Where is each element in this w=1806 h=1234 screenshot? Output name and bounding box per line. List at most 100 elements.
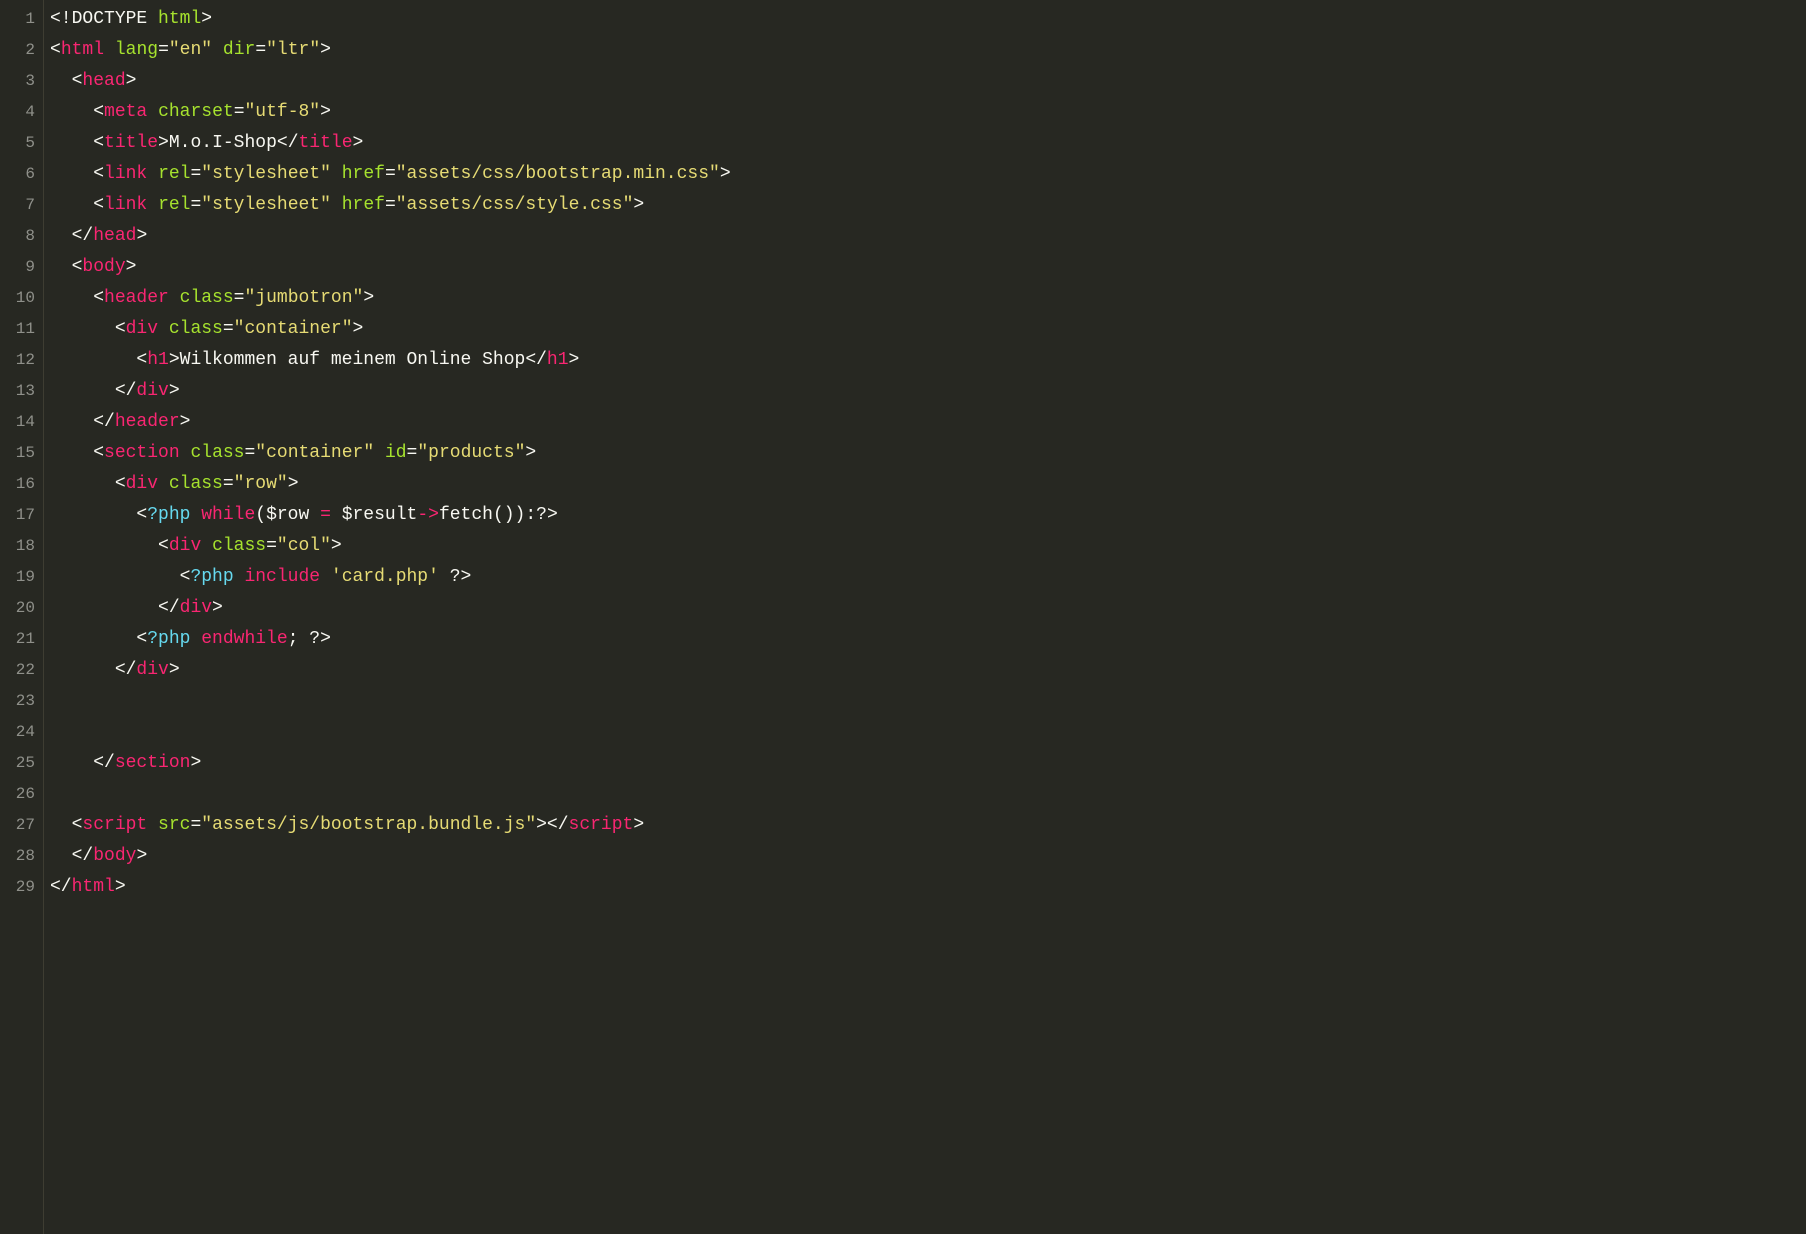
code-token: $result (331, 505, 417, 525)
code-token: > (633, 195, 644, 215)
code-line[interactable]: <!DOCTYPE html> (50, 4, 1806, 35)
code-token: > (720, 164, 731, 184)
code-line[interactable] (50, 779, 1806, 810)
code-token: title (299, 133, 353, 153)
code-token: < (93, 164, 104, 184)
code-token: </ (115, 660, 137, 680)
code-token (147, 102, 158, 122)
code-token: "container" (255, 443, 374, 463)
code-token: html (158, 9, 201, 29)
code-token: dir (223, 40, 255, 60)
code-line[interactable]: <header class="jumbotron"> (50, 283, 1806, 314)
code-token: "row" (234, 474, 288, 494)
line-number: 13 (0, 376, 35, 407)
code-line[interactable]: <title>M.o.I-Shop</title> (50, 128, 1806, 159)
code-token: = (190, 164, 201, 184)
code-token: = (190, 195, 201, 215)
code-token: $row (266, 505, 320, 525)
code-line[interactable]: <?php endwhile; ?> (50, 624, 1806, 655)
code-line[interactable]: </html> (50, 872, 1806, 903)
code-line[interactable]: <meta charset="utf-8"> (50, 97, 1806, 128)
line-number: 4 (0, 97, 35, 128)
code-token: > (363, 288, 374, 308)
code-token: Wilkommen auf meinem Online Shop (180, 350, 526, 370)
code-token: </ (158, 598, 180, 618)
code-line[interactable]: <?php while($row = $result->fetch()):?> (50, 500, 1806, 531)
code-editor-area[interactable]: <!DOCTYPE html><html lang="en" dir="ltr"… (44, 0, 1806, 1234)
code-line[interactable]: <div class="col"> (50, 531, 1806, 562)
code-token: = (234, 102, 245, 122)
code-token: > (288, 474, 299, 494)
code-token: div (136, 660, 168, 680)
code-line[interactable]: <div class="container"> (50, 314, 1806, 345)
code-token: = (158, 40, 169, 60)
code-token: > (115, 877, 126, 897)
code-line[interactable]: </body> (50, 841, 1806, 872)
line-number: 3 (0, 66, 35, 97)
code-line[interactable]: <h1>Wilkommen auf meinem Online Shop</h1… (50, 345, 1806, 376)
code-token: fetch()): (439, 505, 536, 525)
code-token (331, 195, 342, 215)
code-line[interactable]: <link rel="stylesheet" href="assets/css/… (50, 159, 1806, 190)
code-token: ?php (147, 629, 201, 649)
code-token: > (169, 660, 180, 680)
code-token: section (104, 443, 180, 463)
code-line[interactable]: </div> (50, 593, 1806, 624)
code-token: < (93, 133, 104, 153)
code-token: DOCTYPE (72, 9, 148, 29)
code-token: script (569, 815, 634, 835)
code-line[interactable]: <?php include 'card.php' ?> (50, 562, 1806, 593)
code-token: href (342, 195, 385, 215)
code-token: div (180, 598, 212, 618)
code-line[interactable]: <html lang="en" dir="ltr"> (50, 35, 1806, 66)
code-token: script (82, 815, 147, 835)
line-number: 11 (0, 314, 35, 345)
code-line[interactable]: <section class="container" id="products"… (50, 438, 1806, 469)
code-token: < (93, 195, 104, 215)
code-token: h1 (147, 350, 169, 370)
line-number: 16 (0, 469, 35, 500)
code-line[interactable] (50, 686, 1806, 717)
line-number: 5 (0, 128, 35, 159)
code-line[interactable]: <body> (50, 252, 1806, 283)
code-token: = (190, 815, 201, 835)
line-number: 12 (0, 345, 35, 376)
code-token (147, 164, 158, 184)
code-line[interactable]: </div> (50, 376, 1806, 407)
code-token: link (104, 195, 147, 215)
code-line[interactable] (50, 717, 1806, 748)
code-token: ( (255, 505, 266, 525)
code-token: src (158, 815, 190, 835)
code-line[interactable]: </header> (50, 407, 1806, 438)
code-token: = (223, 319, 234, 339)
code-token: > (525, 443, 536, 463)
code-token: "stylesheet" (201, 195, 331, 215)
code-token: = (407, 443, 418, 463)
code-token (331, 164, 342, 184)
code-token: = (385, 195, 396, 215)
code-token: </ (50, 877, 72, 897)
code-line[interactable]: <link rel="stylesheet" href="assets/css/… (50, 190, 1806, 221)
code-token: href (342, 164, 385, 184)
code-line[interactable]: </section> (50, 748, 1806, 779)
code-token: ?php (190, 567, 244, 587)
code-token: class (212, 536, 266, 556)
code-token: "stylesheet" (201, 164, 331, 184)
code-token: > (212, 598, 223, 618)
code-token: class (169, 319, 223, 339)
code-line[interactable]: <div class="row"> (50, 469, 1806, 500)
code-line[interactable]: <head> (50, 66, 1806, 97)
code-token: title (104, 133, 158, 153)
code-token: = (234, 288, 245, 308)
code-line[interactable]: <script src="assets/js/bootstrap.bundle.… (50, 810, 1806, 841)
line-number: 20 (0, 593, 35, 624)
code-token: > (331, 536, 342, 556)
code-token: div (136, 381, 168, 401)
code-line[interactable]: </head> (50, 221, 1806, 252)
code-token: < (72, 71, 83, 91)
code-token (158, 319, 169, 339)
line-number: 6 (0, 159, 35, 190)
code-token: id (385, 443, 407, 463)
code-line[interactable]: </div> (50, 655, 1806, 686)
code-token: "products" (417, 443, 525, 463)
